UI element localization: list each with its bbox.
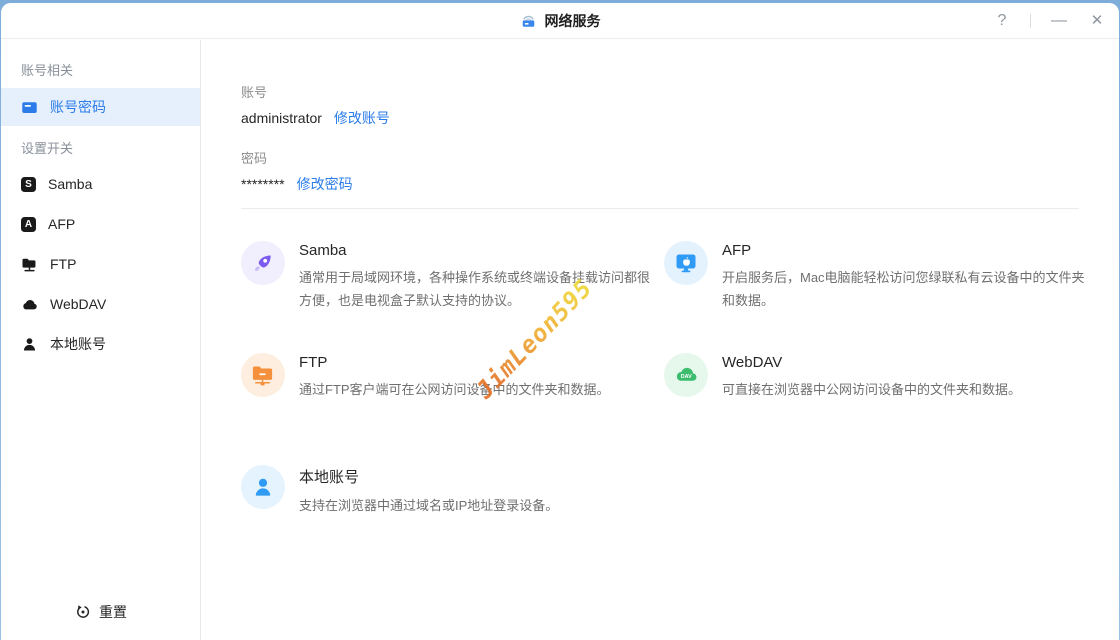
section-divider bbox=[241, 208, 1079, 209]
service-card-webdav[interactable]: DAV WebDAV 可直接在浏览器中公网访问设备中的文件夹和数据。 bbox=[664, 353, 1094, 465]
sidebar-item-label: Samba bbox=[48, 176, 92, 192]
dav-badge: DAV bbox=[681, 374, 692, 380]
service-title: Samba bbox=[299, 242, 651, 259]
sidebar-item-ftp[interactable]: FTP bbox=[1, 244, 200, 284]
controls-divider bbox=[1030, 14, 1031, 28]
sidebar-item-label: AFP bbox=[48, 216, 75, 232]
close-icon[interactable]: ✕ bbox=[1087, 13, 1107, 28]
id-card-icon bbox=[21, 99, 38, 116]
service-card-afp[interactable]: AFP 开启服务后，Mac电脑能轻松访问您绿联私有云设备中的文件夹和数据。 bbox=[664, 241, 1094, 353]
service-card-local-account[interactable]: 本地账号 支持在浏览器中通过域名或IP地址登录设备。 bbox=[241, 465, 664, 577]
sidebar-group-account: 账号相关 bbox=[1, 62, 200, 80]
service-description: 通过FTP客户端可在公网访问设备中的文件夹和数据。 bbox=[299, 378, 651, 401]
sidebar-item-label: 账号密码 bbox=[50, 97, 106, 117]
help-icon[interactable]: ? bbox=[992, 13, 1012, 29]
password-label: 密码 bbox=[241, 150, 1079, 168]
reset-button[interactable]: 重置 bbox=[1, 602, 200, 622]
sidebar-item-samba[interactable]: S Samba bbox=[1, 164, 200, 204]
sidebar-item-account-password[interactable]: 账号密码 bbox=[1, 88, 200, 126]
account-value: administrator bbox=[241, 110, 322, 126]
afp-letter-icon: A bbox=[21, 217, 36, 232]
modify-account-link[interactable]: 修改账号 bbox=[334, 108, 390, 128]
password-value: ******** bbox=[241, 176, 285, 192]
app-icon bbox=[520, 12, 537, 29]
sidebar-item-local-account[interactable]: 本地账号 bbox=[1, 324, 200, 364]
main-content: 账号 administrator 修改账号 密码 ******** 修改密码 bbox=[201, 40, 1119, 640]
account-label: 账号 bbox=[241, 84, 1079, 102]
cloud-dav-icon: DAV bbox=[664, 353, 708, 397]
network-services-window: 网络服务 ? — ✕ 账号相关 账号密码 设置开关 S Samba bbox=[1, 3, 1119, 640]
titlebar: 网络服务 ? — ✕ bbox=[1, 3, 1119, 39]
sidebar-item-afp[interactable]: A AFP bbox=[1, 204, 200, 244]
sidebar-item-label: 本地账号 bbox=[50, 334, 106, 354]
sidebar: 账号相关 账号密码 设置开关 S Samba A AFP bbox=[1, 40, 201, 640]
service-card-samba[interactable]: Samba 通常用于局域网环境，各种操作系统或终端设备挂载访问都很方便，也是电视… bbox=[241, 241, 664, 353]
sidebar-group-switches: 设置开关 bbox=[1, 140, 200, 158]
network-folder-icon bbox=[241, 353, 285, 397]
rocket-icon bbox=[241, 241, 285, 285]
window-title: 网络服务 bbox=[545, 11, 601, 31]
samba-letter-icon: S bbox=[21, 177, 36, 192]
service-title: FTP bbox=[299, 354, 651, 371]
service-title: 本地账号 bbox=[299, 466, 651, 487]
reset-label: 重置 bbox=[99, 602, 127, 622]
services-grid: Samba 通常用于局域网环境，各种操作系统或终端设备挂载访问都很方便，也是电视… bbox=[241, 241, 1079, 577]
user-icon bbox=[241, 465, 285, 509]
sidebar-item-webdav[interactable]: WebDAV bbox=[1, 284, 200, 324]
service-description: 通常用于局域网环境，各种操作系统或终端设备挂载访问都很方便，也是电视盒子默认支持… bbox=[299, 266, 651, 312]
minimize-icon[interactable]: — bbox=[1049, 13, 1069, 29]
user-icon bbox=[21, 336, 38, 353]
sidebar-item-label: FTP bbox=[50, 256, 76, 272]
reset-icon bbox=[74, 604, 91, 621]
service-description: 可直接在浏览器中公网访问设备中的文件夹和数据。 bbox=[722, 378, 1094, 401]
modify-password-link[interactable]: 修改密码 bbox=[297, 174, 353, 194]
service-description: 支持在浏览器中通过域名或IP地址登录设备。 bbox=[299, 494, 651, 517]
service-title: WebDAV bbox=[722, 354, 1094, 371]
sidebar-item-label: WebDAV bbox=[50, 296, 106, 312]
cloud-icon bbox=[21, 296, 38, 313]
network-folder-icon bbox=[21, 256, 38, 273]
service-card-ftp[interactable]: FTP 通过FTP客户端可在公网访问设备中的文件夹和数据。 bbox=[241, 353, 664, 465]
service-description: 开启服务后，Mac电脑能轻松访问您绿联私有云设备中的文件夹和数据。 bbox=[722, 266, 1094, 312]
mac-monitor-icon bbox=[664, 241, 708, 285]
service-title: AFP bbox=[722, 242, 1094, 259]
